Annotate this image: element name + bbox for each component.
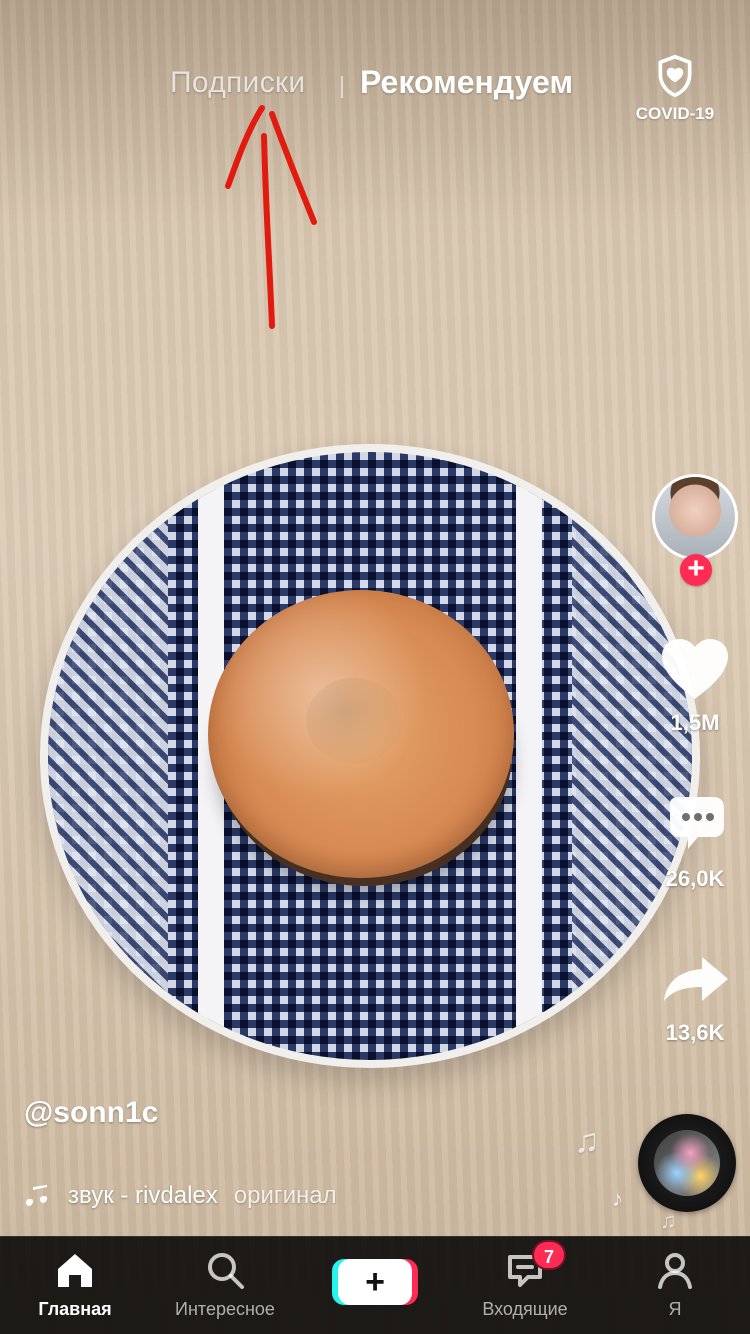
- like-button[interactable]: 1,5M: [652, 634, 738, 736]
- share-count: 13,6K: [665, 1020, 725, 1045]
- create-plus-icon: +: [365, 1263, 385, 1301]
- share-arrow-icon: [664, 957, 728, 1001]
- tab-following[interactable]: Подписки: [170, 66, 305, 100]
- tab-discover[interactable]: Интересное: [150, 1247, 300, 1327]
- inbox-badge: 7: [532, 1240, 566, 1270]
- discover-icon-wrap: [150, 1247, 300, 1293]
- tab-discover-label: Интересное: [175, 1299, 275, 1319]
- plate-stripe-right: [516, 452, 542, 1060]
- tab-me[interactable]: Я: [600, 1247, 750, 1327]
- tab-inbox[interactable]: Входящие: [450, 1247, 600, 1327]
- like-count: 1,5M: [670, 710, 720, 735]
- annotation-arrow: [225, 105, 317, 329]
- comment-count: 26,0K: [665, 866, 725, 891]
- right-action-rail: + 1,5M 26,0K 13,6K: [652, 474, 738, 1194]
- home-icon: [58, 1254, 92, 1287]
- top-tab-divider: [341, 76, 343, 98]
- comment-icon-wrap: [652, 790, 738, 860]
- follow-button[interactable]: +: [680, 554, 712, 586]
- covid-label: COVID-19: [635, 104, 715, 123]
- floating-music-note-small-icon: ♪: [612, 1186, 623, 1211]
- tab-me-label: Я: [668, 1299, 682, 1319]
- search-icon: [208, 1253, 244, 1289]
- sound-disc-button[interactable]: [638, 1114, 736, 1212]
- floating-music-note-icon: ♫: [574, 1122, 600, 1160]
- top-navigation: Подписки Рекомендуем COVID-19: [0, 54, 750, 124]
- comment-button[interactable]: 26,0K: [652, 790, 738, 892]
- heart-icon: [662, 639, 728, 699]
- creator-avatar[interactable]: [652, 474, 738, 560]
- tab-inbox-label: Входящие: [482, 1299, 568, 1319]
- home-icon-wrap: [0, 1247, 150, 1293]
- music-row[interactable]: звук - rivdalex оригинал: [24, 1176, 444, 1216]
- shield-heart-icon: [658, 54, 692, 98]
- music-title-continued: оригинал: [233, 1182, 337, 1209]
- inbox-icon-wrap: [450, 1247, 600, 1293]
- create-button[interactable]: +: [332, 1253, 418, 1309]
- video-caption: @sonn1c звук - rivdalex оригинал: [24, 1096, 564, 1216]
- music-title: звук - rivdalex: [68, 1182, 218, 1209]
- comment-bubble-icon: [670, 797, 724, 849]
- user-icon: [658, 1253, 692, 1289]
- plate-pattern-band-left: [48, 452, 168, 1060]
- username[interactable]: @sonn1c: [24, 1096, 158, 1130]
- like-icon-wrap: [652, 634, 738, 704]
- share-icon-wrap: [652, 944, 738, 1014]
- floating-music-note-faint-icon: ♫: [660, 1208, 677, 1233]
- create-button-face: +: [338, 1259, 412, 1305]
- bun-dimple: [306, 678, 402, 764]
- sound-cover-art: [654, 1130, 720, 1196]
- share-button[interactable]: 13,6K: [652, 944, 738, 1046]
- tab-for-you[interactable]: Рекомендуем: [360, 64, 573, 101]
- bottom-tab-bar: Главная Интересное + Входящие Я: [0, 1236, 750, 1334]
- me-icon-wrap: [600, 1247, 750, 1293]
- burger-bun: [208, 590, 514, 878]
- tab-home[interactable]: Главная: [0, 1247, 150, 1327]
- music-note-icon: [24, 1182, 52, 1210]
- covid-button[interactable]: COVID-19: [630, 54, 720, 124]
- tab-home-label: Главная: [38, 1299, 112, 1319]
